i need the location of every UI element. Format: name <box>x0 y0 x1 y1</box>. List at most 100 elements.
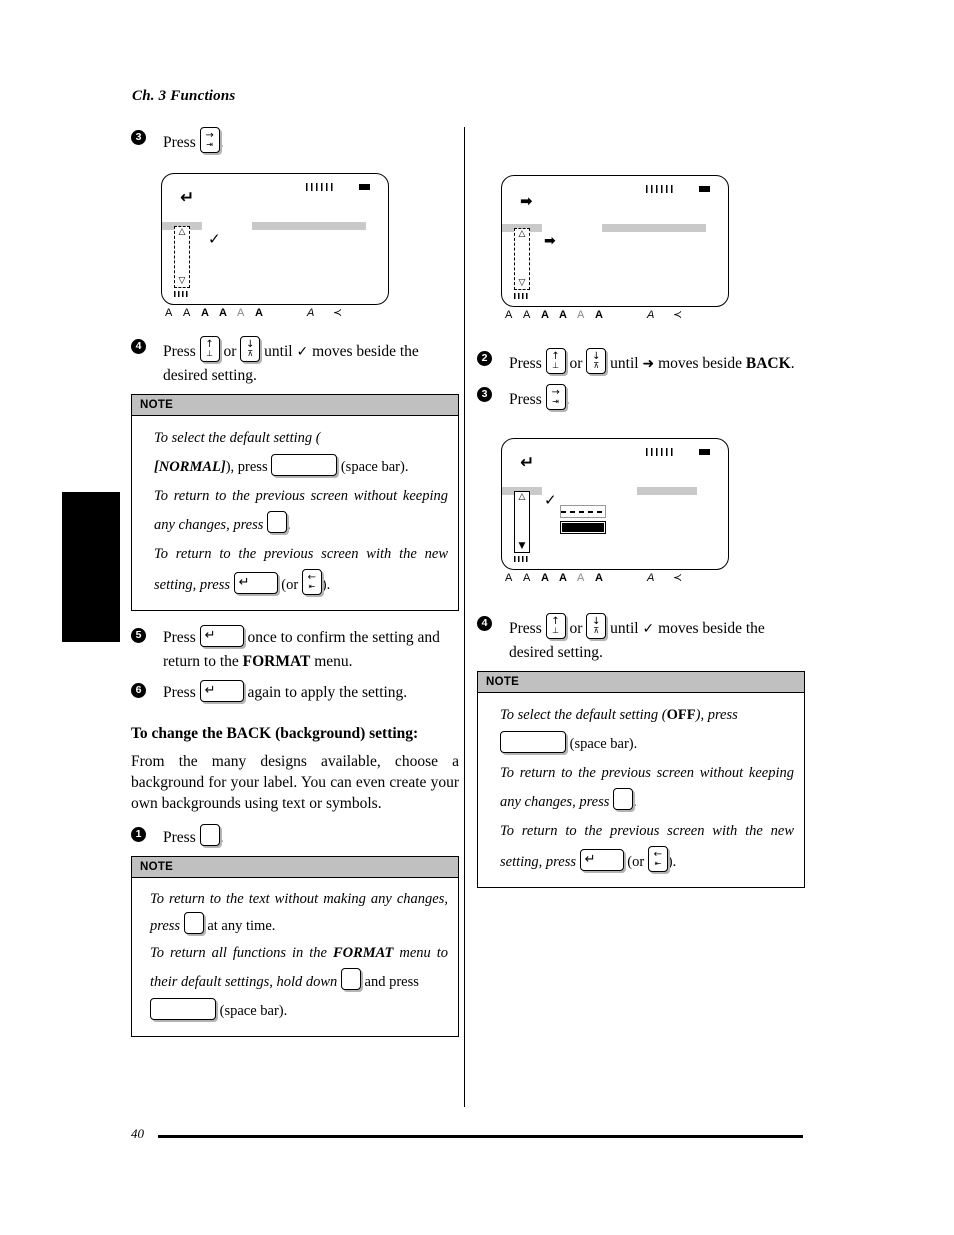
press-label: Press <box>163 684 196 701</box>
lcd-bottom-tick-icon <box>174 291 188 297</box>
left-step-1: 1 Press . <box>131 824 459 850</box>
lcd-icon-a7: A <box>647 309 655 321</box>
period: . <box>287 517 291 533</box>
space-bar-label: (space bar). <box>219 1003 288 1019</box>
code-key-icon[interactable] <box>340 968 361 990</box>
thumb-index-tab <box>62 492 120 642</box>
lcd-screen: ➡ △ ▽ ➡ <box>501 175 729 307</box>
right-lcd-illustration-1: ➡ △ ▽ ➡ A A A A A A A ≺ <box>501 175 805 324</box>
note-line-3: To return to the previous screen without… <box>154 482 448 540</box>
space-bar-key-icon[interactable] <box>271 454 338 476</box>
note-text: To select the default setting ( <box>154 430 321 446</box>
up-arrow-key-icon[interactable]: ↑ ⊥ <box>199 336 220 362</box>
note-body: To select the default setting (OFF), pre… <box>478 693 804 887</box>
check-mark-icon: ✓ <box>296 344 309 360</box>
return-key-icon[interactable]: ↵ <box>233 572 278 594</box>
note-line-4: To return to the previous screen with th… <box>500 817 794 877</box>
page-number: 40 <box>131 1126 144 1141</box>
step-tail-text: menu. <box>314 653 353 670</box>
lcd-icon-a3: A <box>541 572 549 584</box>
step-number: 2 <box>477 351 492 366</box>
down-arrow-key-icon[interactable]: ↓ ⊼ <box>240 336 261 362</box>
step-text: Press → ⇥. <box>163 127 223 153</box>
lcd-screen: ↵ △ ▽ ✓ <box>161 173 389 305</box>
scroll-down-triangle-icon: ▽ <box>518 278 526 288</box>
section-heading: To change the BACK (background) setting: <box>131 725 419 742</box>
step-text: Press → ⇥. <box>509 384 570 410</box>
down-arrow-key-icon[interactable]: ↓ ⊼ <box>586 613 607 639</box>
lcd-scrollbar[interactable]: △ ▼ <box>514 491 530 553</box>
note-text: To return to the previous screen without… <box>154 488 448 533</box>
up-arrow-key-icon[interactable]: ↑ ⊥ <box>545 613 566 639</box>
step-tail-text: again to apply the setting. <box>247 684 408 701</box>
period: . <box>219 829 224 846</box>
down-arrow-key-icon[interactable]: ↓ ⊼ <box>586 348 607 374</box>
format-menu-label: FORMAT <box>332 945 394 961</box>
tab-key-icon[interactable]: → ⇥ <box>199 127 220 153</box>
tab-key-icon[interactable]: → ⇥ <box>545 384 566 410</box>
lcd-icon-a7: A <box>647 572 655 584</box>
lcd-icon-a2: A <box>523 572 531 584</box>
lcd-tick-indicator-icon <box>646 185 676 193</box>
scroll-down-triangle-icon: ▼ <box>518 541 526 551</box>
press-label: Press <box>163 343 196 360</box>
lcd-pattern-sample-solid <box>560 521 606 534</box>
closing-paren: ). <box>667 854 677 870</box>
note-line-2: (space bar). <box>500 730 794 759</box>
down-key-bottom-glyph: ⊼ <box>247 349 254 358</box>
lcd-icon-a4: A <box>559 309 567 321</box>
blank-key-icon[interactable] <box>613 788 634 810</box>
note-line-3: (space bar). <box>150 997 448 1026</box>
lcd-scrollbar[interactable]: △ ▽ <box>174 226 190 288</box>
return-key-icon[interactable]: ↵ <box>199 625 244 647</box>
note-body: To select the default setting ( [NORMAL]… <box>132 416 458 610</box>
step-text: Press . <box>163 824 224 846</box>
until-label: until <box>264 343 293 360</box>
space-bar-key-icon[interactable] <box>500 731 566 753</box>
lcd-icon-a6: A <box>595 572 603 584</box>
until-label: until <box>610 355 639 372</box>
step-number: 5 <box>131 628 146 643</box>
check-mark-icon: ✓ <box>642 621 655 637</box>
period: . <box>565 391 570 408</box>
step-text: Press ↑ ⊥ or ↓ ⊼ until ✓ moves beside the … <box>163 336 419 384</box>
backspace-key-icon[interactable]: ← ⇤ <box>301 569 322 595</box>
lcd-gray-bar-right <box>252 222 366 230</box>
step-number: 6 <box>131 683 146 698</box>
down-key-bottom-glyph: ⊼ <box>593 361 600 370</box>
step-mid-text: moves beside <box>658 355 743 372</box>
lcd-icon-a8: ≺ <box>673 309 683 321</box>
lcd-status-icon-row: A A A A A A A ≺ <box>161 306 389 322</box>
up-key-bottom-glyph: ⊥ <box>552 626 560 635</box>
closing-paren: ). <box>321 577 331 593</box>
lcd-icon-a1: A <box>165 307 173 319</box>
scroll-up-triangle-icon: △ <box>178 227 186 237</box>
note-line-1: To return to the text without making any… <box>150 886 448 939</box>
lcd-pattern-sample-dashed <box>560 505 606 518</box>
backspace-key-icon[interactable]: ← ⇤ <box>647 846 668 872</box>
running-head: Ch. 3 Functions <box>132 88 236 104</box>
note-line-1: To select the default setting ( <box>154 424 448 453</box>
blank-key-icon[interactable] <box>267 511 288 533</box>
right-lcd-illustration-2: ↵ △ ▼ ✓ A A A A A A A ≺ <box>501 438 805 587</box>
lcd-scrollbar[interactable]: △ ▽ <box>514 228 530 290</box>
return-key-icon[interactable]: ↵ <box>199 680 244 702</box>
lcd-return-cursor-icon: ↵ <box>180 188 195 208</box>
step-number: 1 <box>131 827 146 842</box>
back-key-bottom-glyph: ⇤ <box>308 582 316 591</box>
scroll-up-triangle-icon: △ <box>518 492 526 502</box>
column-divider <box>464 127 465 1107</box>
lcd-bottom-tick-icon <box>514 293 528 299</box>
return-glyph: ↵ <box>584 852 596 867</box>
blank-key-icon[interactable] <box>199 824 220 846</box>
return-key-icon[interactable]: ↵ <box>579 849 624 871</box>
up-arrow-key-icon[interactable]: ↑ ⊥ <box>545 348 566 374</box>
step-text: Press ↵ once to confirm the setting and … <box>163 625 440 670</box>
scroll-down-triangle-icon: ▽ <box>178 276 186 286</box>
blank-key-icon[interactable] <box>183 912 204 934</box>
press-label: Press <box>163 629 196 646</box>
right-step-4: 4 Press ↑ ⊥ or ↓ ⊼ until ✓ moves beside th… <box>477 613 805 665</box>
space-bar-key-icon[interactable] <box>150 998 216 1020</box>
lcd-icon-a8: ≺ <box>333 307 343 319</box>
step-text: Press ↵ again to apply the setting. <box>163 680 408 702</box>
